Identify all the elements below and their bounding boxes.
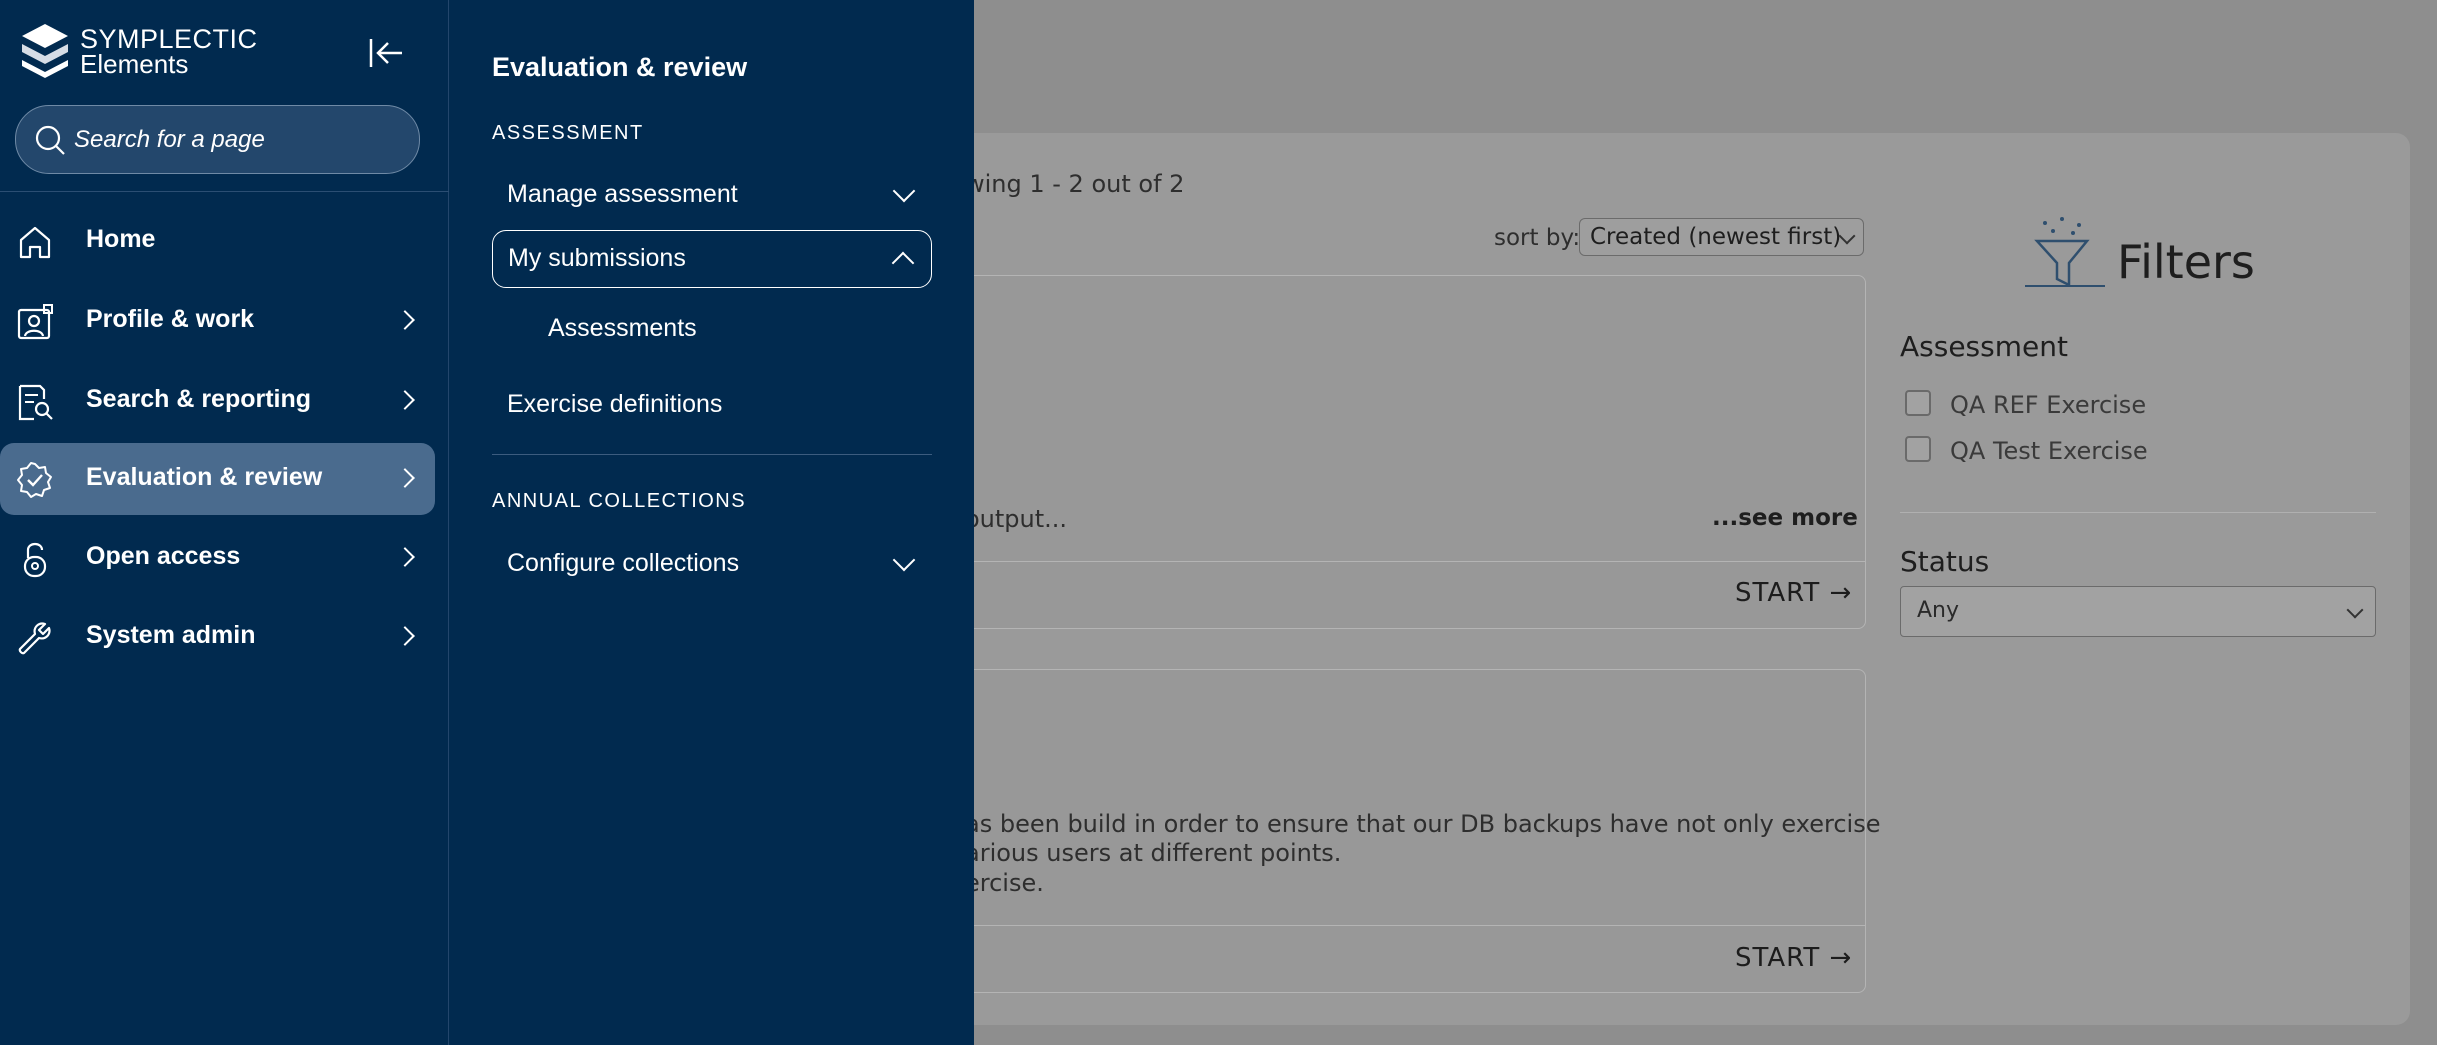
page-search-input[interactable]: Search for a page xyxy=(15,105,420,174)
nav-item-label: Evaluation & review xyxy=(86,463,323,491)
filter-checkbox[interactable] xyxy=(1905,436,1931,462)
symplectic-logo-icon xyxy=(22,24,68,78)
divider xyxy=(0,191,449,192)
nav-item-label: System admin xyxy=(86,621,256,649)
chevron-right-icon xyxy=(395,626,415,646)
chevron-right-icon xyxy=(395,390,415,410)
filter-option-label: QA REF Exercise xyxy=(1950,391,2147,419)
nav-item-evaluation-review[interactable]: Evaluation & review xyxy=(0,443,435,515)
chevron-up-icon xyxy=(891,251,915,275)
funnel-icon xyxy=(2025,217,2105,288)
search-icon xyxy=(35,125,65,155)
report-search-icon xyxy=(18,384,53,421)
divider xyxy=(492,454,932,455)
card-description-line: as been build in order to ensure that ou… xyxy=(965,810,1881,838)
wrench-icon xyxy=(18,622,51,655)
nav-item-label: Open access xyxy=(86,542,241,570)
card-footer xyxy=(901,561,1865,562)
submenu-item-label: My submissions xyxy=(508,244,686,272)
assessment-filter-heading: Assessment xyxy=(1900,330,2068,363)
nav-item-system-admin[interactable]: System admin xyxy=(0,601,435,673)
profile-icon xyxy=(17,304,53,340)
chevron-right-icon xyxy=(395,310,415,330)
status-select[interactable]: Any xyxy=(1900,586,2376,637)
nav-item-search-reporting[interactable]: Search & reporting xyxy=(0,365,435,437)
chevron-right-icon xyxy=(395,547,415,567)
submenu-item-label: Configure collections xyxy=(507,549,740,577)
chevron-down-icon xyxy=(2346,601,2364,619)
submenu-section-heading: ASSESSMENT xyxy=(492,122,644,144)
result-card xyxy=(900,275,1866,629)
search-placeholder: Search for a page xyxy=(74,126,265,153)
card-snippet: output... xyxy=(965,505,1068,533)
sort-label: sort by: xyxy=(1494,225,1581,251)
submenu-item-label: Exercise definitions xyxy=(507,390,723,418)
collapse-sidebar-icon[interactable] xyxy=(366,33,406,73)
nav-item-profile-work[interactable]: Profile & work xyxy=(0,285,435,357)
card-description-line: ercise. xyxy=(965,869,1044,897)
nav-item-home[interactable]: Home xyxy=(0,205,435,277)
lock-open-icon xyxy=(23,542,47,578)
filters-title: Filters xyxy=(2117,235,2255,289)
see-more-link[interactable]: ...see more xyxy=(1712,505,1858,531)
sort-select-value: Created (newest first) xyxy=(1590,224,1842,250)
submenu-item-label: Manage assessment xyxy=(507,180,738,208)
submenu-item-assessments[interactable]: Assessments xyxy=(492,300,932,358)
submenu-title: Evaluation & review xyxy=(492,52,748,82)
sidebar-nav: SYMPLECTIC Elements Search for a page Ho… xyxy=(0,0,449,1045)
submenu-item-exercise-definitions[interactable]: Exercise definitions xyxy=(492,376,932,434)
filter-checkbox[interactable] xyxy=(1905,390,1931,416)
start-button[interactable]: START → xyxy=(1735,578,1852,608)
submenu-panel: Evaluation & review ASSESSMENT Manage as… xyxy=(449,0,974,1045)
card-description-line: arious users at different points. xyxy=(965,839,1342,867)
start-button[interactable]: START → xyxy=(1735,943,1852,973)
home-icon xyxy=(19,226,51,259)
badge-check-icon xyxy=(17,462,52,498)
nav-item-label: Search & reporting xyxy=(86,385,312,413)
status-filter-heading: Status xyxy=(1900,545,1990,578)
chevron-right-icon xyxy=(395,468,415,488)
status-select-value: Any xyxy=(1917,598,1960,623)
submenu-item-label: Assessments xyxy=(548,314,697,342)
nav-item-label: Home xyxy=(86,225,156,253)
submenu-item-my-submissions[interactable]: My submissions xyxy=(492,230,932,288)
sort-select[interactable]: Created (newest first) xyxy=(1579,218,1864,256)
chevron-down-icon xyxy=(892,179,916,203)
filter-option-label: QA Test Exercise xyxy=(1950,437,2148,465)
submenu-item-manage-assessment[interactable]: Manage assessment xyxy=(492,166,932,224)
chevron-down-icon xyxy=(892,548,916,572)
divider xyxy=(1900,512,2376,513)
results-count: wing 1 - 2 out of 2 xyxy=(965,170,1185,198)
submenu-section-heading: ANNUAL COLLECTIONS xyxy=(492,490,747,512)
card-footer xyxy=(901,925,1865,926)
submenu-item-configure-collections[interactable]: Configure collections xyxy=(492,535,932,593)
nav-item-label: Profile & work xyxy=(86,305,255,333)
nav-item-open-access[interactable]: Open access xyxy=(0,522,435,594)
logo-subtext: Elements xyxy=(80,49,189,79)
